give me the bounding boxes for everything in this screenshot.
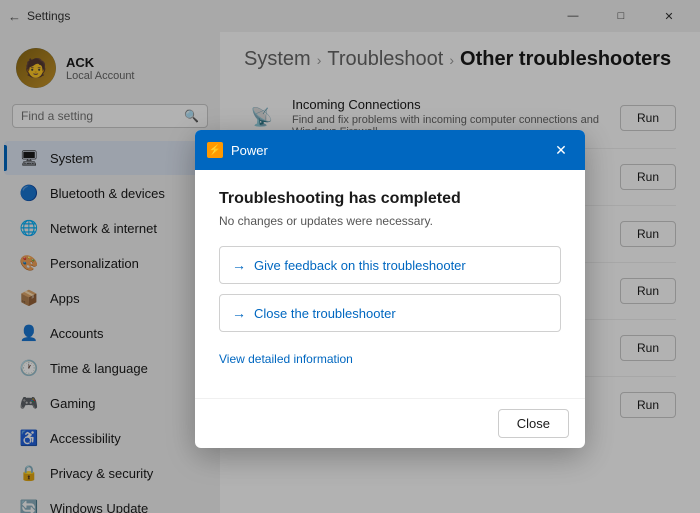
modal-close-button[interactable]: Close (498, 409, 569, 438)
modal-power-icon: ⚡ (207, 142, 223, 158)
modal-action-close-troubleshooter[interactable]: → Close the troubleshooter (219, 294, 561, 332)
modal-titlebar: ⚡ Power ✕ (195, 130, 585, 170)
modal-close-x-button[interactable]: ✕ (549, 138, 573, 162)
modal-status-desc: No changes or updates were necessary. (219, 214, 561, 228)
modal-detail-link[interactable]: View detailed information (219, 352, 561, 366)
modal-title-left: ⚡ Power (207, 142, 268, 158)
modal-overlay: ⚡ Power ✕ Troubleshooting has completed … (0, 0, 700, 513)
modal-footer: Close (195, 398, 585, 448)
modal-action-close-label: Close the troubleshooter (254, 306, 396, 321)
arrow-icon-feedback: → (232, 257, 246, 273)
modal-action-feedback[interactable]: → Give feedback on this troubleshooter (219, 246, 561, 284)
modal-title: Power (231, 143, 268, 158)
modal-body: Troubleshooting has completed No changes… (195, 170, 585, 398)
power-troubleshooter-modal: ⚡ Power ✕ Troubleshooting has completed … (195, 130, 585, 448)
arrow-icon-close: → (232, 305, 246, 321)
modal-status-title: Troubleshooting has completed (219, 190, 561, 208)
modal-action-feedback-label: Give feedback on this troubleshooter (254, 258, 466, 273)
